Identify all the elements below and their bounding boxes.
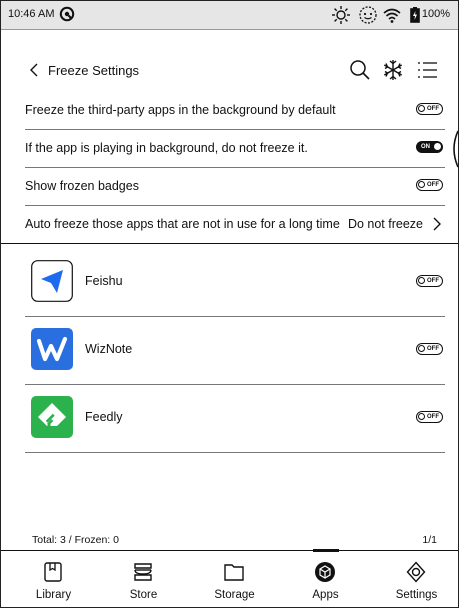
toggle-switch[interactable]: OFF — [416, 275, 443, 287]
wifi-icon[interactable] — [382, 5, 402, 30]
refresh-mode-icon[interactable] — [358, 5, 378, 30]
side-handle[interactable] — [449, 129, 458, 174]
app-row-feishu[interactable]: Feishu OFF — [25, 248, 445, 317]
gear-icon — [406, 561, 426, 583]
setting-value: Do not freeze — [345, 217, 423, 231]
active-tab-indicator — [313, 549, 339, 552]
search-icon — [350, 60, 370, 80]
page-header: Freeze Settings — [1, 55, 458, 87]
bottom-tab-bar: Library Store Storage Apps Settings — [1, 549, 458, 607]
store-icon — [134, 563, 152, 581]
toggle-switch[interactable]: OFF — [416, 343, 443, 355]
setting-auto-freeze[interactable]: Auto freeze those apps that are not in u… — [25, 205, 445, 243]
status-time: 10:46 AM — [8, 8, 55, 20]
setting-playing-no-freeze[interactable]: If the app is playing in background, do … — [25, 129, 445, 168]
app-row-wiznote[interactable]: WizNote OFF — [25, 316, 445, 385]
status-bar: 10:46 AM 100% — [1, 1, 458, 30]
app-name: Feishu — [85, 274, 123, 288]
list-menu-icon — [418, 62, 437, 78]
brightness-icon[interactable] — [331, 5, 351, 30]
tab-label: Apps — [312, 589, 339, 601]
cube-icon — [315, 562, 335, 582]
list-menu-button[interactable] — [415, 58, 439, 87]
setting-label: Freeze the third-party apps in the backg… — [25, 103, 336, 117]
battery-percentage: 100% — [421, 8, 450, 20]
freeze-all-button[interactable] — [381, 58, 405, 87]
app-name: WizNote — [85, 342, 133, 356]
tab-label: Settings — [395, 589, 438, 601]
tab-storage[interactable]: Storage — [189, 551, 280, 607]
list-footer: Total: 3 / Frozen: 0 1/1 — [1, 529, 458, 549]
toggle-switch[interactable]: ON — [416, 141, 443, 153]
folder-icon — [224, 564, 244, 581]
chevron-right-icon — [431, 217, 443, 236]
tab-label: Library — [35, 589, 72, 601]
battery-icon — [410, 7, 420, 28]
back-button[interactable] — [25, 60, 45, 80]
notification-app-icon — [59, 6, 75, 27]
toggle-switch[interactable]: OFF — [416, 103, 443, 115]
freeze-snowflake-icon — [383, 60, 403, 80]
setting-label: Auto freeze those apps that are not in u… — [25, 217, 340, 231]
wiznote-app-icon — [31, 328, 73, 370]
page-indicator: 1/1 — [422, 534, 437, 546]
screen: 10:46 AM 100% Freeze Settings Freeze the… — [0, 0, 459, 608]
feedly-app-icon — [31, 396, 73, 438]
tab-label: Storage — [214, 589, 255, 601]
app-row-feedly[interactable]: Feedly OFF — [25, 384, 445, 453]
tab-label: Store — [129, 589, 158, 601]
tab-library[interactable]: Library — [8, 551, 99, 607]
setting-freeze-background-default[interactable]: Freeze the third-party apps in the backg… — [25, 91, 445, 130]
tab-apps[interactable]: Apps — [280, 549, 371, 607]
page-title: Freeze Settings — [48, 63, 140, 78]
setting-show-frozen-badges[interactable]: Show frozen badges OFF — [25, 167, 445, 206]
chevron-left-icon — [30, 63, 38, 77]
toggle-switch[interactable]: OFF — [416, 411, 443, 423]
toggle-switch[interactable]: OFF — [416, 179, 443, 191]
feishu-app-icon — [31, 260, 73, 302]
total-frozen-count: Total: 3 / Frozen: 0 — [32, 534, 119, 546]
app-name: Feedly — [85, 410, 123, 424]
section-divider — [1, 243, 458, 244]
search-button[interactable] — [348, 58, 372, 87]
setting-label: If the app is playing in background, do … — [25, 141, 308, 155]
setting-label: Show frozen badges — [25, 179, 139, 193]
book-icon — [44, 562, 62, 582]
tab-settings[interactable]: Settings — [371, 551, 458, 607]
tab-store[interactable]: Store — [98, 551, 189, 607]
